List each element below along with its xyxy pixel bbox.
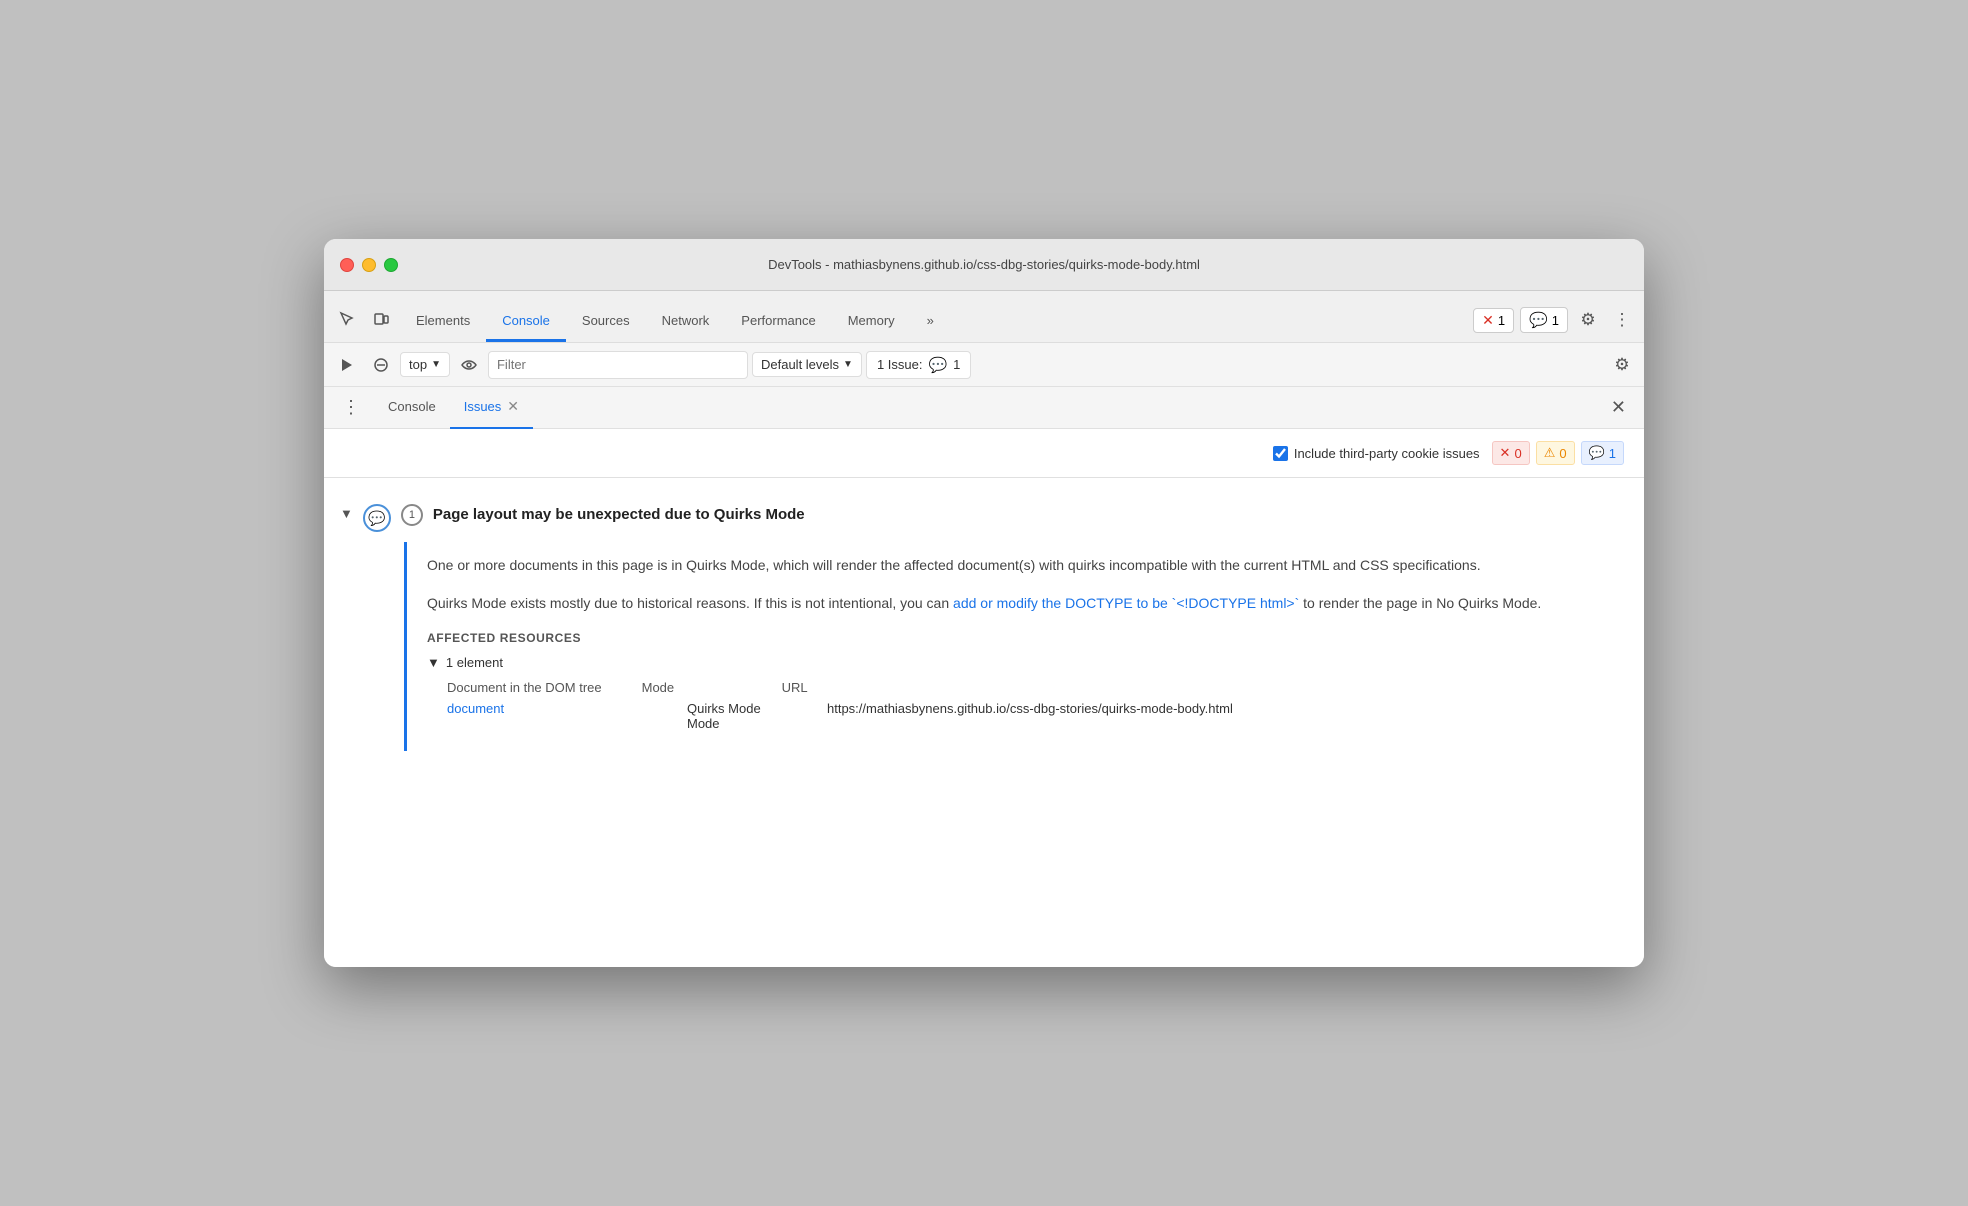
close-panel-icon[interactable]: ✕ [1605, 393, 1632, 422]
issue-description-2: Quirks Mode exists mostly due to histori… [427, 592, 1620, 614]
tab-bar-right: ✕ 1 💬 1 ⚙ ⋮ [1473, 306, 1636, 342]
quirks-mode-link[interactable]: add or modify the DOCTYPE to be `<!DOCTY… [953, 595, 1299, 611]
issue-count-badges: ✕ 0 ⚠ 0 💬 1 [1492, 441, 1624, 465]
col-doc-value: document [447, 701, 647, 716]
issue-title: Page layout may be unexpected due to Qui… [433, 504, 805, 523]
minimize-button[interactable] [362, 258, 376, 272]
secondary-more-icon[interactable]: ⋮ [336, 393, 366, 422]
secondary-tab-console[interactable]: Console [374, 387, 450, 429]
issues-filter-bar: Include third-party cookie issues ✕ 0 ⚠ … [324, 429, 1644, 478]
issue-row: ▼ 💬 1 Page layout may be unexpected due … [324, 494, 1644, 542]
issue-detail-wrapper: One or more documents in this page is in… [324, 542, 1644, 751]
message-badge-button[interactable]: 💬 1 [1520, 307, 1568, 333]
info-badge-count: 1 [1609, 446, 1616, 461]
default-levels-label: Default levels [761, 357, 839, 372]
tab-console[interactable]: Console [486, 302, 566, 342]
resource-expander[interactable]: ▼ 1 element [427, 655, 1620, 670]
inspect-element-icon[interactable] [332, 304, 362, 334]
issue-count: 1 [953, 357, 960, 372]
warning-badge-icon: ⚠ [1544, 445, 1556, 461]
error-badge-button[interactable]: ✕ 1 [1473, 308, 1514, 333]
issue-label: 1 Issue: [877, 357, 923, 372]
default-levels-selector[interactable]: Default levels ▼ [752, 352, 862, 377]
error-icon: ✕ [1482, 312, 1494, 329]
resource-table: Document in the DOM tree Mode URL docume… [447, 680, 1620, 731]
tab-bar-icons [332, 304, 396, 342]
resource-table-row: document Quirks Mode Mode https://mathia… [447, 701, 1620, 731]
resource-table-header: Document in the DOM tree Mode URL [447, 680, 1620, 695]
info-badge-icon: 💬 [1589, 445, 1605, 461]
device-toolbar-icon[interactable] [366, 304, 396, 334]
eye-icon[interactable] [454, 350, 484, 380]
affected-resources: AFFECTED RESOURCES ▼ 1 element Document … [427, 631, 1620, 731]
checkbox-label-text: Include third-party cookie issues [1294, 446, 1480, 461]
console-toolbar: top ▼ Default levels ▼ 1 Issue: 💬 1 ⚙ [324, 343, 1644, 387]
tab-elements[interactable]: Elements [400, 302, 486, 342]
message-icon: 💬 [1529, 311, 1548, 329]
filter-input[interactable] [488, 351, 748, 379]
affected-label: AFFECTED RESOURCES [427, 631, 1620, 645]
title-bar: DevTools - mathiasbynens.github.io/css-d… [324, 239, 1644, 291]
issue-chat-icon: 💬 [928, 356, 947, 374]
col-mode-header: Mode [642, 680, 742, 695]
col-mode-value: Quirks Mode Mode [687, 701, 787, 731]
element-count-label: 1 element [446, 655, 503, 670]
context-selector[interactable]: top ▼ [400, 352, 450, 377]
console-settings-icon[interactable]: ⚙ [1608, 351, 1636, 379]
col-url-header: URL [782, 680, 882, 695]
issue-description-1: One or more documents in this page is in… [427, 554, 1620, 576]
error-count: 1 [1498, 313, 1505, 328]
third-party-cookie-checkbox[interactable] [1273, 446, 1288, 461]
issue-count-circle: 1 [401, 504, 423, 526]
tab-memory[interactable]: Memory [832, 302, 911, 342]
issue-content: ▼ 💬 1 Page layout may be unexpected due … [324, 478, 1644, 767]
resource-expand-arrow: ▼ [427, 655, 440, 670]
col-doc-header: Document in the DOM tree [447, 680, 602, 695]
tab-more[interactable]: » [911, 302, 950, 342]
context-label: top [409, 357, 427, 372]
description-2-after: to render the page in No Quirks Mode. [1299, 595, 1541, 611]
panel-area: ⋮ Console Issues ✕ ✕ Include third-party… [324, 387, 1644, 967]
secondary-tab-issues[interactable]: Issues ✕ [450, 387, 533, 429]
error-count-badge[interactable]: ✕ 0 [1492, 441, 1530, 465]
tab-sources[interactable]: Sources [566, 302, 646, 342]
warning-badge-count: 0 [1559, 446, 1566, 461]
info-count-badge[interactable]: 💬 1 [1581, 441, 1624, 465]
default-levels-icon: ▼ [843, 359, 853, 370]
run-script-icon[interactable] [332, 350, 362, 380]
secondary-tab-bar: ⋮ Console Issues ✕ ✕ [324, 387, 1644, 429]
clear-console-icon[interactable] [366, 350, 396, 380]
col-url-value: https://mathiasbynens.github.io/css-dbg-… [827, 701, 1233, 716]
document-link[interactable]: document [447, 701, 504, 716]
warning-count-badge[interactable]: ⚠ 0 [1536, 441, 1575, 465]
issue-type-icon: 💬 [363, 504, 391, 532]
context-dropdown-icon: ▼ [431, 359, 441, 370]
maximize-button[interactable] [384, 258, 398, 272]
settings-icon[interactable]: ⚙ [1574, 306, 1602, 334]
tab-bar: Elements Console Sources Network Perform… [324, 291, 1644, 343]
close-button[interactable] [340, 258, 354, 272]
traffic-lights [340, 258, 398, 272]
window-title: DevTools - mathiasbynens.github.io/css-d… [768, 257, 1200, 272]
third-party-cookie-checkbox-label[interactable]: Include third-party cookie issues [1273, 446, 1480, 461]
message-count: 1 [1552, 313, 1559, 328]
more-options-icon[interactable]: ⋮ [1608, 306, 1636, 334]
devtools-window: DevTools - mathiasbynens.github.io/css-d… [324, 239, 1644, 967]
error-badge-count: 0 [1514, 446, 1521, 461]
issues-tab-close[interactable]: ✕ [507, 398, 519, 415]
toolbar-right: ⚙ [1608, 351, 1636, 379]
tab-network[interactable]: Network [646, 302, 726, 342]
error-badge-icon: ✕ [1500, 445, 1511, 461]
issue-count-badge[interactable]: 1 Issue: 💬 1 [866, 351, 971, 379]
issue-detail: One or more documents in this page is in… [404, 542, 1644, 751]
issue-collapse-arrow[interactable]: ▼ [340, 504, 353, 521]
tab-performance[interactable]: Performance [725, 302, 831, 342]
description-2-before: Quirks Mode exists mostly due to histori… [427, 595, 953, 611]
